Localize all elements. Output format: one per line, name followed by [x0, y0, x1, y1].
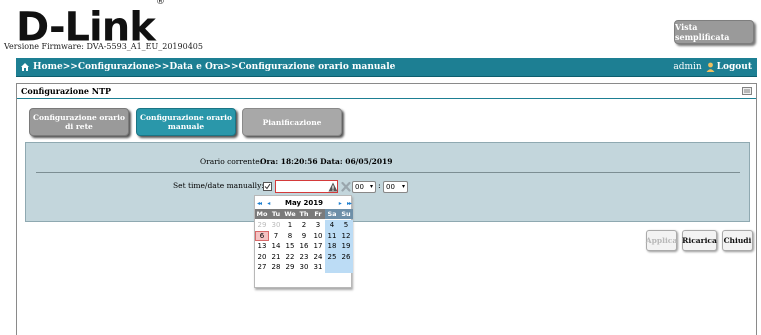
hour-select[interactable]: 00 ▾ — [352, 181, 376, 193]
weekday-label: Su — [339, 209, 353, 219]
hour-value: 00 — [355, 183, 364, 191]
divider — [36, 172, 740, 173]
navigation-bar: Home>>Configurazione>>Data e Ora>>Config… — [16, 58, 757, 77]
calendar-day[interactable]: 23 — [297, 252, 311, 263]
calendar-day[interactable]: 9 — [297, 231, 311, 242]
manual-time-checkbox[interactable] — [263, 182, 272, 191]
calendar-day[interactable]: 14 — [269, 241, 283, 252]
calendar-day-today[interactable]: 6 — [255, 230, 269, 241]
calendar-week: 27 28 29 30 31 — [255, 262, 353, 273]
calendar-day[interactable]: 19 — [339, 241, 353, 252]
manual-time-label: Set time/date manually: — [173, 181, 264, 190]
calendar-day[interactable]: 8 — [283, 231, 297, 242]
calendar-day[interactable]: 26 — [339, 251, 353, 262]
weekday-label: We — [284, 210, 296, 218]
user-icon — [706, 62, 715, 72]
warning-icon — [328, 182, 338, 192]
panel-title: Configurazione NTP — [21, 86, 112, 96]
breadcrumb: Home>>Configurazione>>Data e Ora>>Config… — [33, 62, 396, 72]
calendar-day[interactable]: 18 — [325, 241, 339, 252]
panel-header: Configurazione NTP — [17, 84, 756, 99]
minute-select[interactable]: 00 ▾ — [383, 181, 408, 193]
calendar-day[interactable]: 11 — [325, 230, 339, 241]
tab-schedule[interactable]: Pianificazione — [242, 108, 342, 136]
calendar-day[interactable]: 29 — [283, 262, 297, 273]
calendar-grid: 29 30 1 2 3 4 5 6 7 8 9 10 11 12 13 14 1… — [255, 220, 353, 273]
dlink-logo: D-Link® — [16, 0, 165, 47]
prev-year-icon[interactable]: ◂◂ — [255, 200, 263, 207]
weekday-label: Tu — [271, 210, 281, 218]
next-month-icon[interactable]: ▸ — [337, 200, 343, 207]
calendar-day[interactable]: 13 — [255, 241, 269, 252]
calendar-week: 13 14 15 16 17 18 19 — [255, 241, 353, 252]
apply-button[interactable]: Applica — [646, 230, 677, 251]
simplified-view-button[interactable]: Vista semplificata — [674, 20, 754, 44]
firmware-version: Versione Firmware: DVA-5593_A1_EU_201904… — [4, 42, 203, 51]
next-year-icon[interactable]: ▸▸ — [345, 200, 353, 207]
calendar-day[interactable]: 17 — [311, 241, 325, 252]
calendar-day[interactable] — [325, 262, 339, 273]
home-icon[interactable] — [20, 62, 30, 72]
date-picker-calendar: ◂◂ ◂ May 2019 ▸ ▸▸ Mo Tu We Th Fr Sa Su … — [254, 195, 353, 288]
current-time-value: Ora: 18:20:56 Data: 06/05/2019 — [260, 157, 393, 166]
calendar-day[interactable]: 12 — [339, 230, 353, 241]
calendar-day[interactable]: 1 — [283, 220, 297, 231]
tab-network-time[interactable]: Configurazione orario di rete — [29, 108, 129, 136]
tab-manual-time[interactable]: Configurazione orario manuale — [136, 108, 236, 136]
calendar-day[interactable]: 20 — [255, 252, 269, 263]
calendar-day[interactable]: 21 — [269, 252, 283, 263]
minute-value: 00 — [386, 183, 395, 191]
calendar-day[interactable]: 30 — [269, 220, 283, 231]
clear-date-icon[interactable] — [341, 181, 351, 192]
calendar-day[interactable]: 15 — [283, 241, 297, 252]
logout-link[interactable]: Logout — [717, 62, 752, 72]
calendar-day[interactable]: 25 — [325, 251, 339, 262]
weekday-label: Fr — [314, 210, 322, 218]
chevron-down-icon: ▾ — [401, 183, 405, 190]
chevron-down-icon: ▾ — [369, 183, 373, 190]
calendar-day[interactable]: 3 — [311, 220, 325, 231]
check-icon — [264, 183, 271, 190]
calendar-day[interactable]: 10 — [311, 231, 325, 242]
calendar-day[interactable]: 27 — [255, 262, 269, 273]
close-button[interactable]: Chiudi — [722, 230, 753, 251]
weekday-label: Mo — [256, 210, 268, 218]
calendar-day[interactable] — [339, 262, 353, 273]
time-separator: : — [378, 181, 381, 190]
calendar-week: 29 30 1 2 3 4 5 — [255, 220, 353, 231]
reload-button[interactable]: Ricarica — [682, 230, 717, 251]
weekday-label: Th — [299, 210, 309, 218]
weekday-label: Sa — [325, 209, 339, 219]
calendar-day[interactable]: 7 — [269, 231, 283, 242]
calendar-day[interactable]: 5 — [339, 220, 353, 231]
calendar-week: 6 7 8 9 10 11 12 — [255, 230, 353, 242]
calendar-day[interactable]: 22 — [283, 252, 297, 263]
username: admin — [673, 62, 702, 72]
calendar-day[interactable]: 30 — [297, 262, 311, 273]
calendar-day[interactable]: 29 — [255, 220, 269, 231]
calendar-day[interactable]: 28 — [269, 262, 283, 273]
calendar-day[interactable]: 16 — [297, 241, 311, 252]
settings-icon[interactable] — [742, 86, 752, 96]
calendar-day[interactable]: 2 — [297, 220, 311, 231]
calendar-weekdays: Mo Tu We Th Fr Sa Su — [255, 209, 353, 219]
calendar-header: ◂◂ ◂ May 2019 ▸ ▸▸ — [255, 196, 353, 209]
calendar-day[interactable]: 24 — [311, 252, 325, 263]
calendar-week: 20 21 22 23 24 25 26 — [255, 251, 353, 263]
calendar-month-label: May 2019 — [285, 198, 323, 207]
registered-mark: ® — [155, 0, 165, 7]
current-time-label: Orario corrente: — [200, 157, 263, 166]
calendar-day[interactable]: 4 — [325, 220, 339, 231]
prev-month-icon[interactable]: ◂ — [265, 200, 271, 207]
calendar-day[interactable]: 31 — [311, 262, 325, 273]
